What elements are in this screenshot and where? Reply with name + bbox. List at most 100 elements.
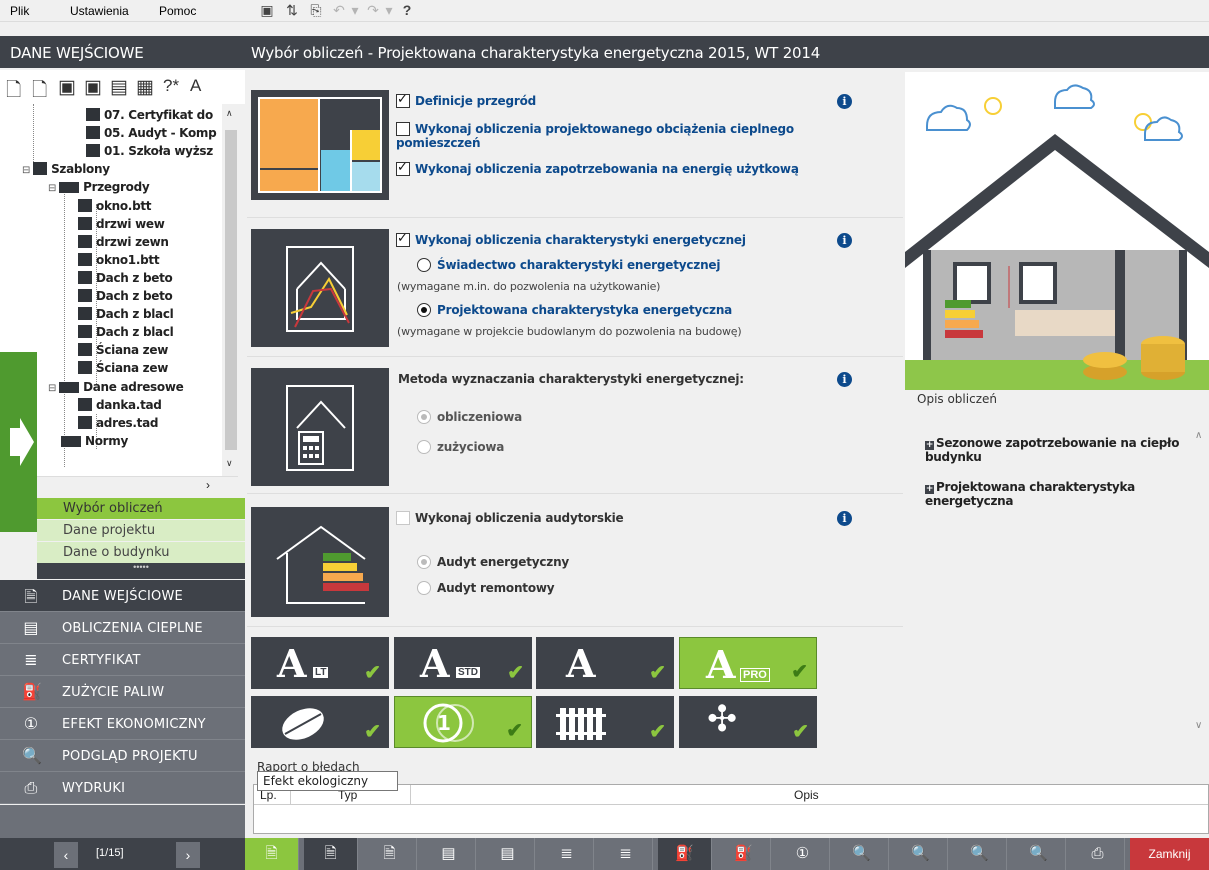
tree-node[interactable]: 07. Certyfikat do <box>86 108 213 122</box>
expand-icon[interactable]: + <box>925 485 934 494</box>
checkbox[interactable] <box>396 231 410 247</box>
radio-obliczeniowa[interactable]: obliczeniowa <box>417 410 522 424</box>
nav-wydruki[interactable]: ⎙ WYDRUKI <box>0 772 245 804</box>
checkbox[interactable] <box>396 511 410 525</box>
radio[interactable] <box>417 258 431 272</box>
radio-swiadectwo[interactable]: Świadectwo charakterystyki energetycznej <box>417 258 720 272</box>
calculations-icon[interactable]: ▤ <box>422 838 476 870</box>
collapse-panel-tab[interactable] <box>0 352 37 532</box>
module-heating[interactable]: ✔ <box>536 696 674 748</box>
splitter-handle[interactable]: ••••• <box>37 563 245 579</box>
tree-node[interactable]: ⊟ Przegrody <box>48 180 150 194</box>
save-icon[interactable]: ▣ <box>258 2 276 19</box>
info-icon[interactable]: i <box>837 233 852 248</box>
radio-zuzyciowa[interactable]: zużyciowa <box>417 440 504 454</box>
radio[interactable] <box>417 581 431 595</box>
export-icon[interactable]: ▤ <box>110 76 128 99</box>
radio[interactable] <box>417 303 431 317</box>
tree-node[interactable]: ⊟ Szablony <box>22 162 110 176</box>
menu-help[interactable]: Pomoc <box>159 4 196 18</box>
calculations-icon[interactable]: ▤ <box>481 838 535 870</box>
help-icon[interactable]: ? <box>398 2 416 18</box>
module-arcadia-std[interactable]: A STD ✔ <box>394 637 532 689</box>
checkbox[interactable] <box>396 122 410 136</box>
input-data-icon[interactable]: 🗎 <box>304 838 358 870</box>
close-button[interactable]: Zamknij <box>1130 838 1209 870</box>
check-audyt[interactable]: Wykonaj obliczenia audytorskie <box>396 511 624 525</box>
tree-node[interactable]: Dach z blacl <box>78 307 174 321</box>
col-opis[interactable]: Opis <box>794 788 819 802</box>
radio-projektowana[interactable]: Projektowana charakterystyka energetyczn… <box>417 303 732 317</box>
menu-settings[interactable]: Ustawienia <box>70 4 129 18</box>
collapse-icon[interactable]: ⊟ <box>22 165 30 176</box>
info-icon[interactable]: i <box>837 372 852 387</box>
input-data-icon[interactable]: 🗎 <box>245 838 299 870</box>
preview-icon[interactable]: 🔍 <box>835 838 889 870</box>
tree-node[interactable]: 01. Szkoła wyższ <box>86 144 213 158</box>
radio[interactable] <box>417 555 431 569</box>
scroll-up-icon[interactable]: ∧ <box>1195 430 1202 441</box>
radio-audyt-energetyczny[interactable]: Audyt energetyczny <box>417 555 569 569</box>
nav-certyfikat[interactable]: ≣ CERTYFIKAT <box>0 644 245 676</box>
prev-page-button[interactable]: ‹ <box>54 842 78 868</box>
fuel-icon[interactable]: ⛽ <box>658 838 712 870</box>
module-arcadia-pro[interactable]: A PRO ✔ <box>679 637 817 689</box>
tree-node[interactable]: drzwi zewn <box>78 234 169 249</box>
preview-icon[interactable]: ⎘ <box>307 2 325 19</box>
tree-node[interactable]: Dach z blacl <box>78 325 174 339</box>
check-obciazenie-cieplne[interactable]: Wykonaj obliczenia projektowanego obciąż… <box>396 122 816 150</box>
expand-icon[interactable]: + <box>925 441 934 450</box>
subnav-wybor-obliczen[interactable]: Wybór obliczeń <box>37 498 245 519</box>
menu-file[interactable]: Plik <box>10 4 29 18</box>
certificate-icon[interactable]: ≣ <box>599 838 653 870</box>
nav-efekt-ekonomiczny[interactable]: ① EFEKT EKONOMICZNY <box>0 708 245 740</box>
tree-node[interactable]: ⊟ Dane adresowe <box>48 380 184 394</box>
radio[interactable] <box>417 440 431 454</box>
checkbox[interactable] <box>396 160 410 176</box>
tree-node[interactable]: okno.btt <box>78 198 152 213</box>
report-table[interactable]: Lp. Typ Opis <box>253 784 1209 834</box>
scroll-down-icon[interactable]: ∨ <box>1195 720 1202 731</box>
check-charakterystyka[interactable]: Wykonaj obliczenia charakterystyki energ… <box>396 231 746 247</box>
refresh-icon[interactable]: ⇅ <box>283 2 301 19</box>
tree-node[interactable]: Ściana zew <box>78 343 168 357</box>
info-icon[interactable]: i <box>837 94 852 109</box>
nav-obliczenia-cieplne[interactable]: ▤ OBLICZENIA CIEPLNE <box>0 612 245 644</box>
save-all-icon[interactable]: ▦ <box>136 76 154 99</box>
redo-dropdown-icon[interactable]: ▾ <box>380 2 398 19</box>
module-economic[interactable]: 1 ✔ <box>394 696 532 748</box>
input-data-icon[interactable]: 🗎 <box>363 838 417 870</box>
fuel-icon[interactable]: ⛽ <box>717 838 771 870</box>
tree-node[interactable]: Ściana zew <box>78 361 168 375</box>
opis-item-projektowana[interactable]: + Projektowana charakterystyka energetycz… <box>925 480 1185 508</box>
nav-dane-wejsciowe[interactable]: 🗎 DANE WEJŚCIOWE <box>0 580 245 612</box>
tree-scrollbar-thumb[interactable] <box>225 130 237 450</box>
printer-icon[interactable]: ⎙ <box>1071 838 1125 870</box>
tree-node[interactable]: danka.tad <box>78 397 162 412</box>
info-icon[interactable]: i <box>837 511 852 526</box>
tree-node[interactable]: adres.tad <box>78 415 158 430</box>
certificate-icon[interactable]: ≣ <box>540 838 594 870</box>
check-energia-uzytkowa[interactable]: Wykonaj obliczenia zapotrzebowania na en… <box>396 160 799 176</box>
economic-icon[interactable]: ① <box>776 838 830 870</box>
tree-node[interactable]: Normy <box>48 434 128 448</box>
undo-dropdown-icon[interactable]: ▾ <box>346 2 364 19</box>
rename-icon[interactable]: A <box>190 76 201 96</box>
module-arcadia-lt[interactable]: A LT ✔ <box>251 637 389 689</box>
tree-node[interactable]: Dach z beto <box>78 270 173 285</box>
opis-item-sezonowe[interactable]: + Sezonowe zapotrzebowanie na ciepło budy… <box>925 436 1185 464</box>
preview-icon[interactable]: 🔍 <box>953 838 1007 870</box>
tree-node[interactable]: 05. Audyt - Komp <box>86 126 217 140</box>
collapse-icon[interactable]: ⊟ <box>48 183 56 194</box>
preview-icon[interactable]: 🔍 <box>894 838 948 870</box>
tree-node[interactable]: okno1.btt <box>78 252 160 267</box>
save-file-icon[interactable]: ▣ <box>58 76 76 99</box>
next-page-button[interactable]: › <box>176 842 200 868</box>
subnav-dane-projektu[interactable]: Dane projektu <box>37 520 245 541</box>
nav-zuzycie-paliw[interactable]: ⛽ ZUŻYCIE PALIW <box>0 676 245 708</box>
collapse-icon[interactable]: ⊟ <box>48 383 56 394</box>
module-ventilation[interactable]: ✣ ✔ <box>679 696 817 748</box>
checkbox[interactable] <box>396 92 410 108</box>
tree-node[interactable]: drzwi wew <box>78 216 165 231</box>
save-as-icon[interactable]: ▣ <box>84 76 102 99</box>
